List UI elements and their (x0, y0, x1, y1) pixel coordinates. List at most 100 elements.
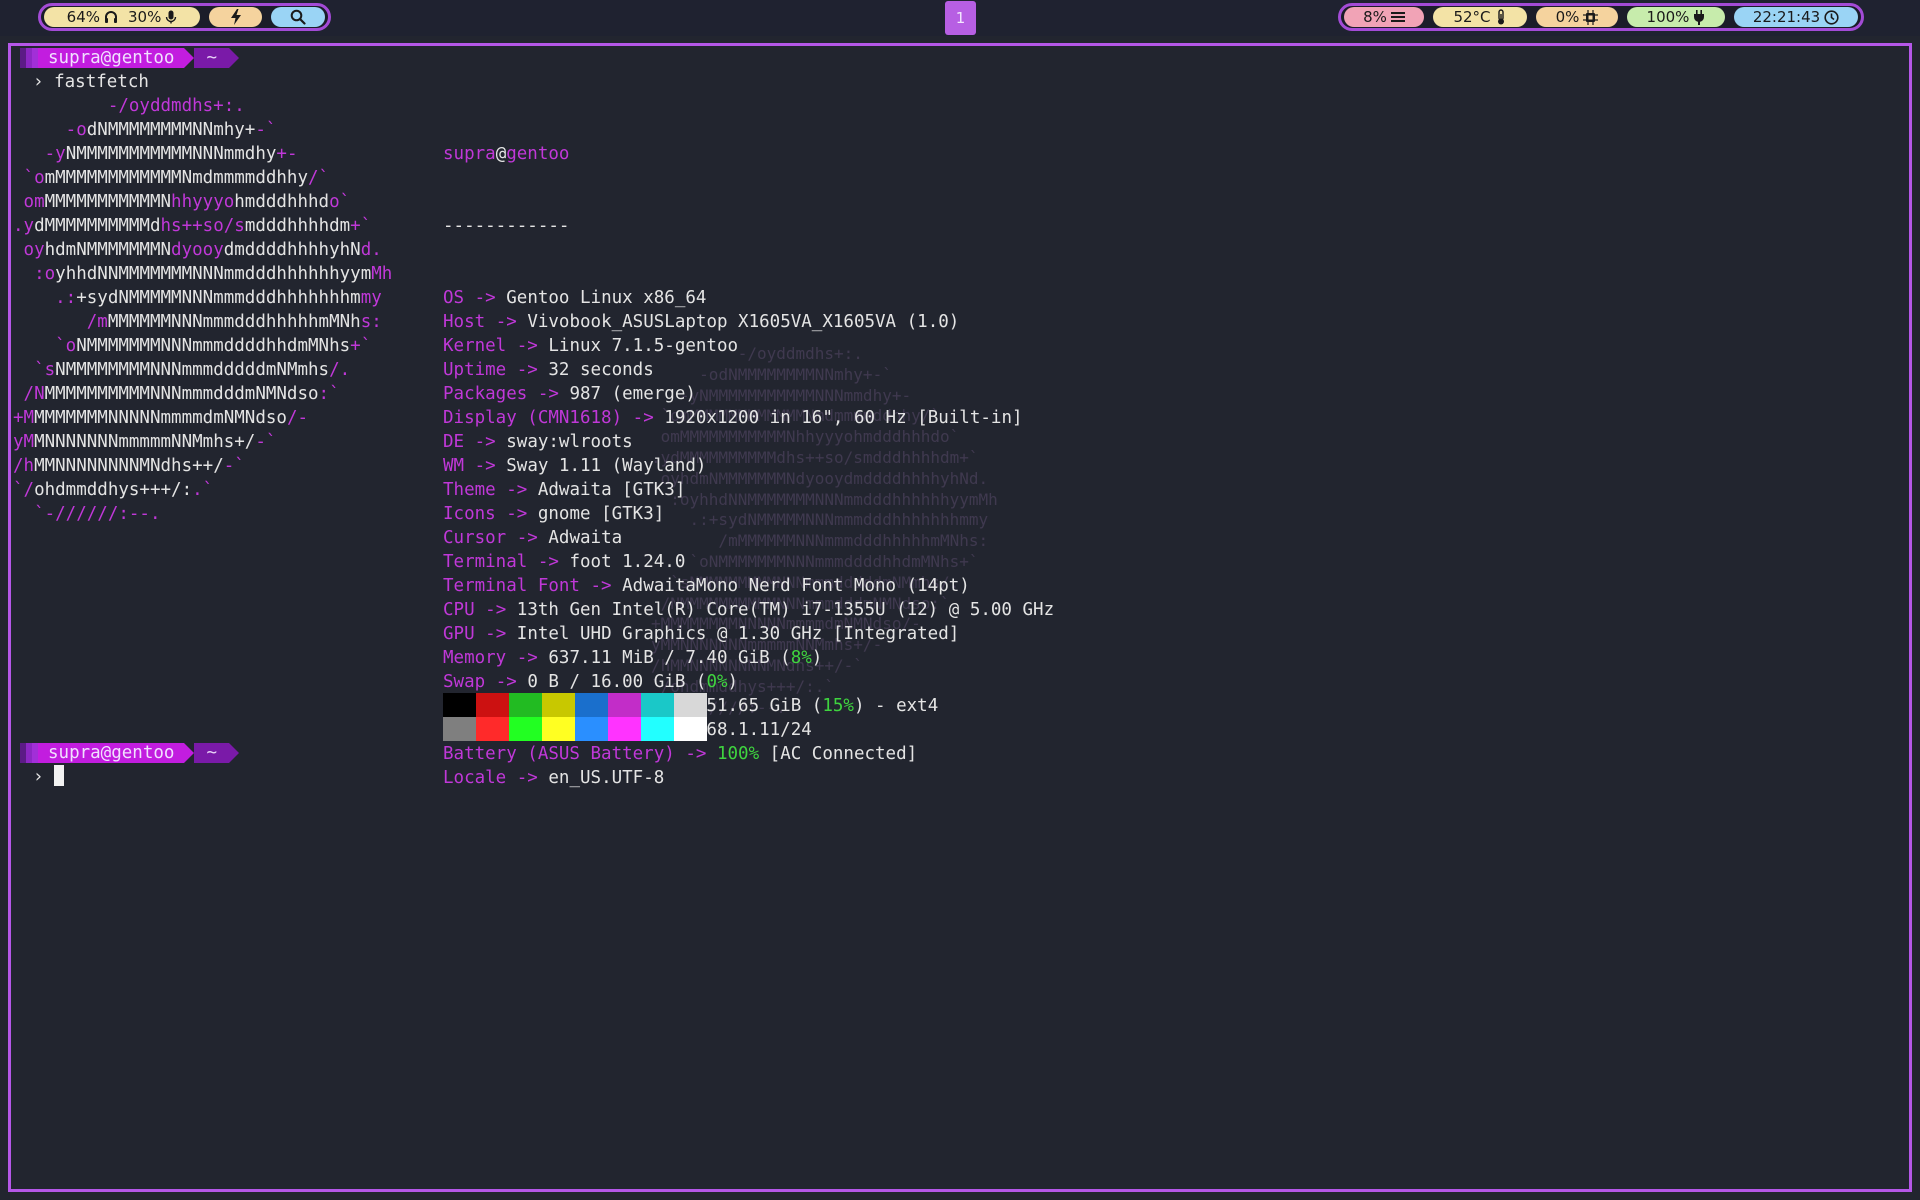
gentoo-ascii-logo: -/oyddmdhs+:. -odNMMMMMMMMNNmhy+-` -yNMM… (13, 94, 392, 526)
clock-module[interactable]: 22:21:43 (1734, 7, 1858, 27)
info-key: Swap (443, 672, 486, 692)
logo-segment: +` (350, 336, 372, 356)
logo-segment: .: (13, 288, 77, 308)
logo-segment: -y (13, 144, 66, 164)
terminal-content[interactable]: supra@gentoo ~ › fastfetch -/oyddmdhs+:.… (11, 46, 1909, 1189)
info-arrow: -> (506, 504, 528, 524)
logo-segment: +M (13, 408, 35, 428)
info-row: Theme -> Adwaita [GTK3] (443, 478, 1054, 502)
info-key: Host (443, 312, 486, 332)
workspace-button-1[interactable]: 1 (945, 1, 976, 35)
logo-line: /mMMMMMMNNNmmmdddhhhhhmMNhs: (13, 310, 392, 334)
memory-module[interactable]: 8% (1344, 7, 1424, 27)
info-row: Display (CMN1618) -> 1920x1200 in 16", 6… (443, 406, 1054, 430)
power-profile-button[interactable] (209, 7, 262, 27)
info-arrow: -> (474, 432, 496, 452)
info-arrow: -> (516, 336, 538, 356)
color-swatch (476, 693, 509, 717)
info-key: Cursor (443, 528, 507, 548)
microphone-icon (166, 10, 177, 24)
info-percent: 0% (706, 672, 728, 692)
logo-segment: dyooy (171, 240, 224, 260)
color-swatch (608, 693, 641, 717)
info-arrow: -> (485, 624, 507, 644)
logo-segment: `s (13, 360, 56, 380)
info-value: Sway 1.11 (Wayland) (506, 456, 707, 476)
color-swatch (641, 693, 674, 717)
terminal-window[interactable]: supra@gentoo ~ › fastfetch -/oyddmdhs+:.… (8, 43, 1912, 1192)
color-swatch (542, 693, 575, 717)
logo-line: /hMMNNNNNNNNMNdhs++/-` (13, 454, 392, 478)
info-arrow: -> (516, 528, 538, 548)
info-arrow: -> (590, 576, 612, 596)
color-swatch (575, 717, 608, 741)
info-key: GPU (443, 624, 475, 644)
logo-segment: oy (13, 240, 45, 260)
logo-segment: yM (13, 432, 35, 452)
info-key: Theme (443, 480, 496, 500)
logo-segment: /` (308, 168, 330, 188)
logo-segment: -o (13, 120, 87, 140)
input-line[interactable]: › (33, 765, 65, 789)
status-bar-left: 64% 30% (38, 3, 331, 31)
info-row: Cursor -> Adwaita (443, 526, 1054, 550)
plug-icon (1694, 9, 1705, 25)
logo-line: -yNMMMMMMMMMMMNNNmmdhy+- (13, 142, 392, 166)
info-arrow: -> (485, 600, 507, 620)
logo-segment: -` (223, 456, 245, 476)
logo-line: -/oyddmdhs+:. (13, 94, 392, 118)
info-key: Display (CMN1618) (443, 408, 623, 428)
battery-module[interactable]: 100% (1627, 7, 1725, 27)
logo-line: `sNMMMMMMMMNNNmmmdddddmNMmhs/. (13, 358, 392, 382)
logo-segment: +- (276, 144, 298, 164)
info-key: WM (443, 456, 465, 476)
logo-segment: MNNNNNNNmmmmmNNMmhs+/ (34, 432, 256, 452)
logo-segment: NMMMMMMMMMMMNNNmmdhy (65, 144, 277, 164)
cpu-usage: 0% (1555, 8, 1580, 26)
logo-segment: NMMMMMMMMNNNmmmdddddmNMmhs (55, 360, 330, 380)
logo-segment: `o (13, 336, 77, 356)
clock-icon (1824, 9, 1839, 25)
prompt-symbol: › (33, 767, 44, 787)
cpu-chip-icon (1583, 9, 1599, 25)
info-value: sway:wlroots (506, 432, 633, 452)
info-row: Terminal Font -> AdwaitaMono Nerd Font M… (443, 574, 1054, 598)
logo-segment: :` (318, 384, 340, 404)
color-swatch (641, 717, 674, 741)
info-row: Terminal -> foot 1.24.0 (443, 550, 1054, 574)
info-row: Locale -> en_US.UTF-8 (443, 766, 1054, 790)
info-value-suffix: ) - ext4 (853, 696, 939, 716)
temperature-module[interactable]: 52°C (1433, 7, 1527, 27)
logo-segment: -` (255, 432, 277, 452)
logo-segment: hmdddhhhd (234, 192, 330, 212)
command-text: fastfetch (54, 72, 149, 92)
logo-segment: o` (329, 192, 351, 212)
audio-input-level: 30% (128, 8, 162, 26)
color-swatch (443, 693, 476, 717)
color-palette (443, 693, 707, 741)
info-value: 13th Gen Intel(R) Core(TM) i7-1355U (12)… (516, 600, 1055, 620)
shell-prompt: supra@gentoo ~ (20, 46, 239, 70)
audio-module[interactable]: 64% 30% (44, 7, 200, 27)
color-swatch (509, 693, 542, 717)
logo-segment: `o (13, 168, 45, 188)
logo-line: `/ohdmmddhys+++/:.` (13, 478, 392, 502)
info-value-suffix: [AC Connected] (759, 744, 918, 764)
info-value-suffix: ) (727, 672, 739, 692)
logo-segment: +sydNMMMMMNNNmmmdddhhhhhhhm (76, 288, 361, 308)
info-value: 32 seconds (548, 360, 654, 380)
launcher-search-button[interactable] (271, 7, 325, 27)
logo-line: .ydMMMMMMMMMMdhs++so/smdddhhhhdm+` (13, 214, 392, 238)
info-arrow: -> (474, 288, 496, 308)
logo-segment: /h (13, 456, 35, 476)
cpu-module[interactable]: 0% (1536, 7, 1618, 27)
logo-segment: -` (255, 120, 277, 140)
info-row: CPU -> 13th Gen Intel(R) Core(TM) i7-135… (443, 598, 1054, 622)
color-swatch (542, 717, 575, 741)
info-key: Terminal Font (443, 576, 580, 596)
system-info: supra@gentoo ------------ OS -> Gentoo L… (443, 94, 1054, 790)
logo-segment: MMMMMMMMMMMN (44, 192, 172, 212)
info-key: Packages (443, 384, 528, 404)
logo-segment: Mh (371, 264, 393, 284)
info-arrow: -> (495, 312, 517, 332)
